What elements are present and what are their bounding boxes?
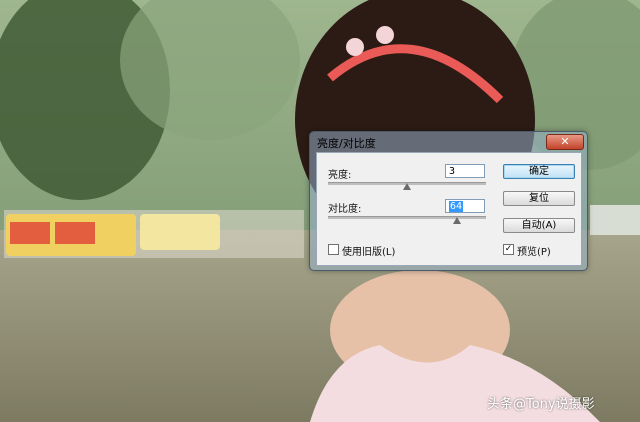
ok-button[interactable]: 确定 <box>503 164 575 179</box>
legacy-checkbox[interactable] <box>328 244 339 255</box>
reset-button-label: 复位 <box>529 193 549 204</box>
check-icon: ✓ <box>504 244 513 254</box>
reset-button[interactable]: 复位 <box>503 191 575 206</box>
contrast-slider-track[interactable] <box>328 216 486 219</box>
watermark: 头条@Tony说摄影 <box>487 397 595 412</box>
auto-button-label: 自动(A) <box>521 220 557 231</box>
brightness-input[interactable]: 3 <box>445 164 485 178</box>
dialog-titlebar[interactable]: 亮度/对比度 ✕ <box>310 132 587 152</box>
brightness-label: 亮度: <box>328 170 352 181</box>
contrast-slider-thumb[interactable] <box>453 217 461 224</box>
contrast-label: 对比度: <box>328 204 362 215</box>
preview-label: 预览(P) <box>517 247 551 258</box>
auto-button[interactable]: 自动(A) <box>503 218 575 233</box>
preview-checkbox[interactable]: ✓ <box>503 244 514 255</box>
contrast-value: 64 <box>449 201 464 212</box>
close-button[interactable]: ✕ <box>546 134 584 150</box>
ok-button-label: 确定 <box>529 166 549 177</box>
contrast-input[interactable]: 64 <box>445 199 485 213</box>
brightness-value: 3 <box>449 166 456 177</box>
dialog-title: 亮度/对比度 <box>317 137 376 150</box>
brightness-contrast-dialog: 亮度/对比度 ✕ 亮度: 3 对比度: 64 使用旧版(L) 确定 复位 自动(… <box>309 131 588 271</box>
dialog-body: 亮度: 3 对比度: 64 使用旧版(L) 确定 复位 自动(A) ✓ 预览(P… <box>316 152 582 266</box>
brightness-slider-thumb[interactable] <box>403 183 411 190</box>
legacy-label: 使用旧版(L) <box>342 247 396 258</box>
close-icon: ✕ <box>560 135 570 148</box>
